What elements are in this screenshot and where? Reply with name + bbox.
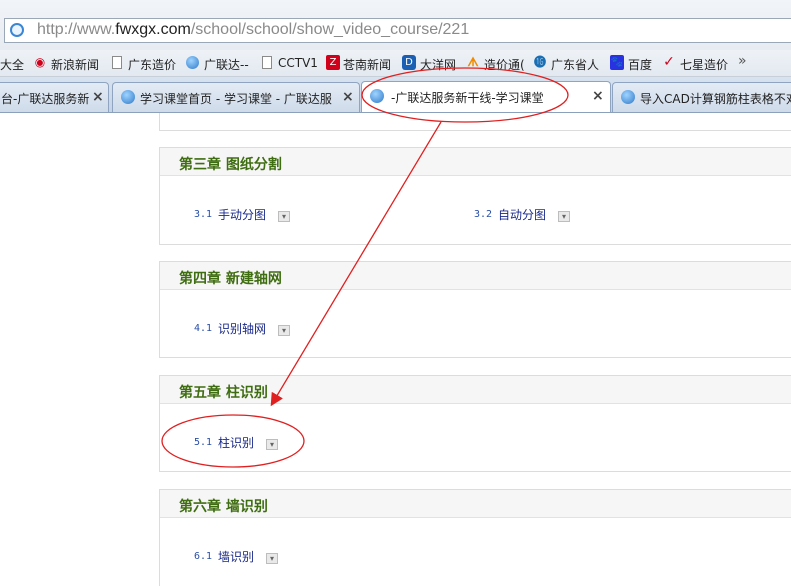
bookmark-gd-gov[interactable]: 广东省人 [551, 56, 599, 73]
lesson-number: 3.2 [474, 209, 493, 220]
tab-label: -广联达服务新干线-学习课堂 [391, 91, 544, 105]
page-content: 第三章 图纸分割 3.1 手动分图 ▾ 3.2 自动分图 ▾ 第四章 新建轴网 … [0, 113, 791, 586]
url-text: http://www.fwxgx.com/school/school/show_… [37, 21, 470, 38]
glodon-icon [121, 90, 135, 104]
address-bar-area: http://www.fwxgx.com/school/school/show_… [0, 0, 791, 50]
check-icon: ✓ [663, 54, 675, 70]
page-icon [262, 56, 272, 69]
tab-label: 导入CAD计算钢筋柱表格不对 [640, 92, 791, 106]
bookmark-cangnan-news[interactable]: 苍南新闻 [343, 56, 391, 73]
chapter-panel: 第四章 新建轴网 4.1 识别轴网 ▾ [159, 261, 791, 358]
tab-label: 台-广联达服务新 [1, 92, 90, 106]
chapter-title: 第六章 墙识别 [179, 499, 268, 515]
bookmark-cctv1[interactable]: CCTV1 [278, 56, 318, 70]
previous-chapter-panel [159, 113, 791, 131]
chapter-header: 第五章 柱识别 [160, 376, 791, 404]
gov-icon: ⓰ [533, 55, 546, 69]
close-icon[interactable]: × [592, 88, 604, 104]
bookmark-dayoo[interactable]: 大洋网 [420, 56, 456, 73]
dayoo-icon: D [402, 55, 416, 70]
news-icon: Z [326, 55, 340, 70]
chapter-panel: 第六章 墙识别 6.1 墙识别 ▾ [159, 489, 791, 586]
glodon-icon [621, 90, 635, 104]
lesson-link[interactable]: 识别轴网 [218, 320, 266, 337]
tab-cad-import[interactable]: 导入CAD计算钢筋柱表格不对 [612, 82, 791, 112]
tab-classroom-active[interactable]: -广联达服务新干线-学习课堂 × [361, 81, 611, 112]
tab-label: 学习课堂首页 - 学习课堂 - 广联达服 [140, 92, 332, 106]
chapter-title: 第四章 新建轴网 [179, 271, 282, 287]
expand-chevron-icon[interactable]: ▾ [266, 439, 278, 450]
tab-glodon-service[interactable]: 台-广联达服务新 × [0, 82, 109, 112]
bookmark-daquan[interactable]: 大全 [0, 56, 24, 73]
bookmark-qixing[interactable]: 七星造价 [680, 56, 728, 73]
expand-chevron-icon[interactable]: ▾ [558, 211, 570, 222]
zjt-icon: ᗑ [467, 55, 479, 69]
bookmark-sina-news[interactable]: 新浪新闻 [51, 56, 99, 73]
lesson-number: 3.1 [194, 209, 213, 220]
lesson-link[interactable]: 墙识别 [218, 548, 254, 565]
glodon-icon [370, 89, 384, 103]
chapter-panel: 第三章 图纸分割 3.1 手动分图 ▾ 3.2 自动分图 ▾ [159, 147, 791, 245]
tab-classroom-home[interactable]: 学习课堂首页 - 学习课堂 - 广联达服 × [112, 82, 360, 112]
chapter-header: 第四章 新建轴网 [160, 262, 791, 290]
expand-chevron-icon[interactable]: ▾ [266, 553, 278, 564]
lesson-number: 6.1 [194, 551, 213, 562]
expand-chevron-icon[interactable]: ▾ [278, 211, 290, 222]
close-icon[interactable]: × [342, 89, 354, 105]
chapter-title: 第三章 图纸分割 [179, 157, 282, 173]
bookmark-glodon[interactable]: 广联达-- [204, 56, 249, 73]
site-icon [10, 23, 24, 37]
chapter-header: 第三章 图纸分割 [160, 148, 791, 176]
tab-strip: 台-广联达服务新 × 学习课堂首页 - 学习课堂 - 广联达服 × -广联达服务… [0, 77, 791, 113]
page-icon [112, 56, 122, 69]
bookmark-zjt[interactable]: 造价通( [484, 56, 525, 73]
expand-chevron-icon[interactable]: ▾ [278, 325, 290, 336]
close-icon[interactable]: × [92, 89, 104, 105]
chapter-panel: 第五章 柱识别 5.1 柱识别 ▾ [159, 375, 791, 472]
chapter-title: 第五章 柱识别 [179, 385, 268, 401]
lesson-link[interactable]: 手动分图 [218, 206, 266, 223]
bookmarks-bar: 大全 ◉ 新浪新闻 广东造价 广联达-- CCTV1 Z 苍南新闻 D 大洋网 … [0, 50, 791, 77]
bookmarks-more-chevron-icon[interactable]: » [738, 53, 747, 69]
bookmark-gd-cost[interactable]: 广东造价 [128, 56, 176, 73]
lesson-number: 5.1 [194, 437, 213, 448]
lesson-link[interactable]: 柱识别 [218, 434, 254, 451]
url-input[interactable]: http://www.fwxgx.com/school/school/show_… [4, 18, 791, 43]
bookmark-baidu[interactable]: 百度 [628, 56, 652, 73]
chapter-header: 第六章 墙识别 [160, 490, 791, 518]
baidu-icon: 🐾 [610, 55, 624, 70]
glodon-icon [186, 56, 199, 69]
weibo-icon: ◉ [34, 55, 46, 69]
lesson-link[interactable]: 自动分图 [498, 206, 546, 223]
lesson-number: 4.1 [194, 323, 213, 334]
